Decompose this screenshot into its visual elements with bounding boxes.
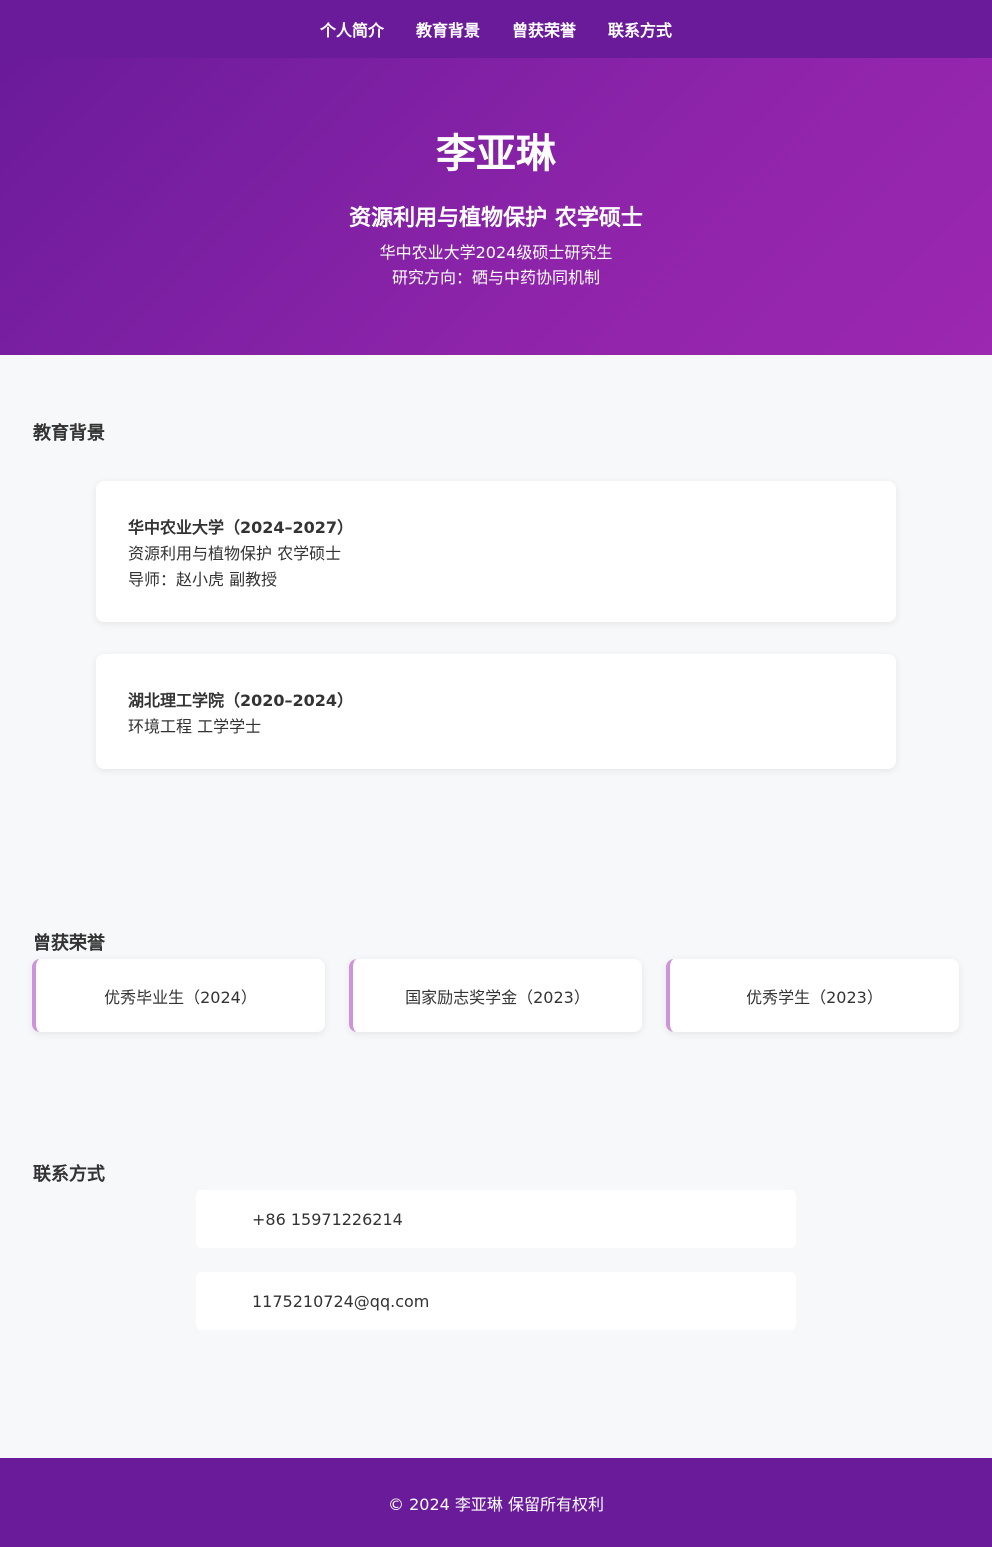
contact-phone[interactable]: +86 15971226214 xyxy=(252,1210,403,1229)
nav-item-honors[interactable]: 曾获荣誉 xyxy=(512,17,576,41)
honor-card: 国家励志奖学金（2023） xyxy=(349,959,642,1032)
nav-item-contact[interactable]: 联系方式 xyxy=(608,17,672,41)
top-nav: 个人简介 教育背景 曾获荣誉 联系方式 xyxy=(0,0,992,58)
honor-label: 国家励志奖学金（2023） xyxy=(405,987,590,1007)
hero-school-line: 华中农业大学2024级硕士研究生 xyxy=(379,243,613,262)
education-card-line: 导师：赵小虎 副教授 xyxy=(128,570,278,589)
education-card-title: 湖北理工学院（2020–2024） xyxy=(128,691,354,710)
contact-phone-card: +86 15971226214 xyxy=(196,1190,796,1248)
hero-research-line: 研究方向：硒与中药协同机制 xyxy=(391,268,600,287)
footer: © 2024 李亚琳 保留所有权利 xyxy=(0,1458,992,1547)
education-card-masters: 华中农业大学（2024–2027） 资源利用与植物保护 农学硕士 导师：赵小虎 … xyxy=(96,481,896,622)
education-section-title: 教育背景 xyxy=(33,423,105,444)
hero-banner: 李亚琳 资源利用与植物保护 农学硕士 华中农业大学2024级硕士研究生 研究方向… xyxy=(0,58,992,355)
hero-degree: 资源利用与植物保护 农学硕士 xyxy=(349,206,643,231)
honor-card: 优秀学生（2023） xyxy=(666,959,959,1032)
honor-card: 优秀毕业生（2024） xyxy=(32,959,325,1032)
honor-label: 优秀学生（2023） xyxy=(746,987,883,1007)
education-card-line: 资源利用与植物保护 农学硕士 xyxy=(128,544,342,563)
footer-copyright: © 2024 李亚琳 保留所有权利 xyxy=(388,1494,604,1514)
contact-section-title: 联系方式 xyxy=(33,1164,105,1185)
contact-email[interactable]: 1175210724@qq.com xyxy=(252,1292,429,1311)
education-card-line: 环境工程 工学学士 xyxy=(128,717,262,736)
nav-item-education[interactable]: 教育背景 xyxy=(416,17,480,41)
honors-section-title: 曾获荣誉 xyxy=(33,933,105,954)
hero-name: 李亚琳 xyxy=(436,131,556,177)
education-card-bachelors: 湖北理工学院（2020–2024） 环境工程 工学学士 xyxy=(96,654,896,769)
education-card-title: 华中农业大学（2024–2027） xyxy=(128,518,354,537)
nav-item-profile[interactable]: 个人简介 xyxy=(320,17,384,41)
honor-label: 优秀毕业生（2024） xyxy=(104,987,257,1007)
contact-email-card: 1175210724@qq.com xyxy=(196,1272,796,1330)
